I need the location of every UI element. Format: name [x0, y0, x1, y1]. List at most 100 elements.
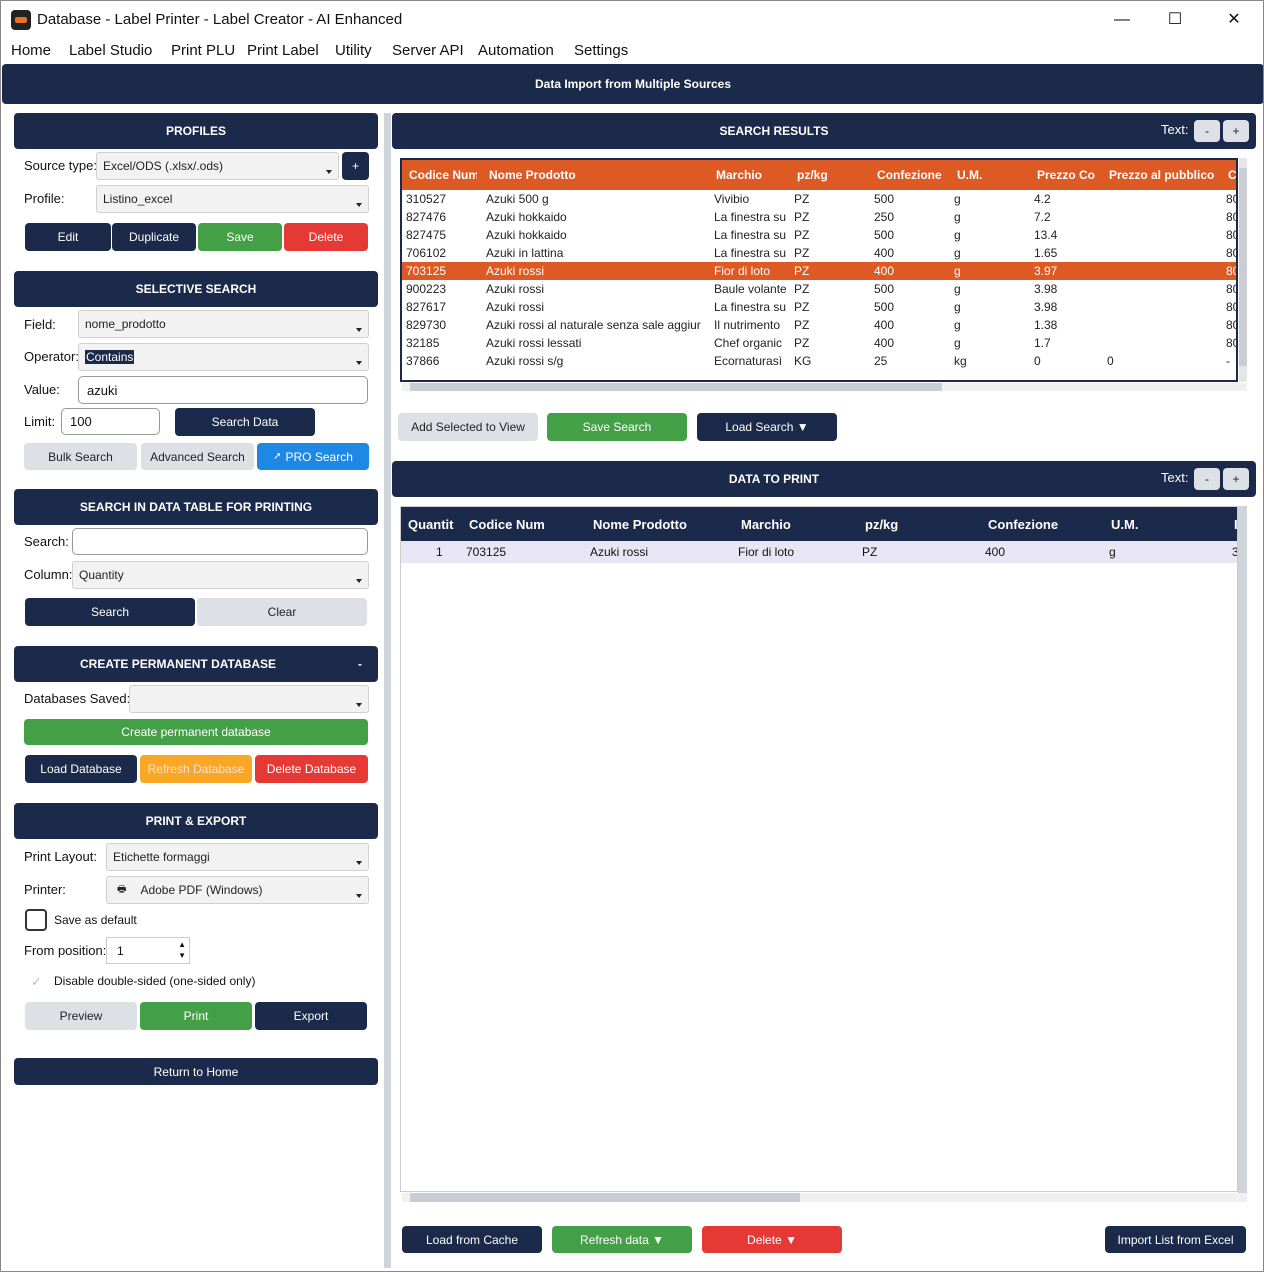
import-excel-button[interactable]: Import List from Excel: [1105, 1226, 1246, 1253]
column-header[interactable]: pz/kg: [797, 168, 857, 182]
column-header[interactable]: Prezzo al pubblico: [1109, 168, 1224, 182]
menu-server-api[interactable]: Server API: [392, 42, 464, 59]
menu-utility[interactable]: Utility: [335, 42, 372, 59]
export-button[interactable]: Export: [255, 1002, 367, 1030]
spin-arrows-icon[interactable]: ▲ ▼: [178, 939, 186, 961]
column-header[interactable]: pz/kg: [865, 517, 898, 532]
results-vertical-scrollbar[interactable]: [1239, 158, 1247, 382]
pro-search-button[interactable]: ➚ PRO Search: [257, 443, 369, 470]
delete-database-button[interactable]: Delete Database: [255, 755, 368, 783]
save-default-checkbox[interactable]: [25, 909, 47, 931]
from-position-spinbox[interactable]: 1 ▲ ▼: [106, 937, 190, 964]
delete-profile-button[interactable]: Delete: [284, 223, 368, 251]
table-row[interactable]: 829730 Azuki rossi al naturale senza sale…: [402, 316, 1236, 334]
refresh-database-button[interactable]: Refresh Database: [140, 755, 252, 783]
menu-settings[interactable]: Settings: [574, 42, 628, 59]
maximize-button[interactable]: ☐: [1152, 5, 1198, 35]
collapse-button[interactable]: -: [358, 646, 362, 682]
source-type-select[interactable]: Excel/ODS (.xlsx/.ods): [96, 152, 339, 180]
load-database-button[interactable]: Load Database: [25, 755, 137, 783]
column-header[interactable]: Nome Prodotto: [593, 517, 687, 532]
table-row[interactable]: 706102 Azuki in lattina La finestra su PZ 40…: [402, 244, 1236, 262]
print-layout-select[interactable]: Etichette formaggi: [106, 843, 369, 871]
table-row[interactable]: 703125 Azuki rossi Fior di loto PZ 400 g 3.97 8…: [402, 262, 1236, 280]
return-home-button[interactable]: Return to Home: [14, 1058, 378, 1085]
column-header[interactable]: Prezzo Co: [1037, 168, 1095, 182]
cell: Azuki rossi lessati: [486, 336, 582, 350]
operator-select[interactable]: Contains: [78, 343, 369, 371]
scroll-thumb[interactable]: [410, 383, 942, 391]
add-selected-button[interactable]: Add Selected to View: [398, 413, 538, 441]
create-permanent-db-button[interactable]: Create permanent database: [24, 719, 368, 745]
bulk-search-button[interactable]: Bulk Search: [24, 443, 137, 470]
panel-splitter[interactable]: [384, 113, 391, 1268]
duplicate-profile-button[interactable]: Duplicate: [112, 223, 196, 251]
app-logo-icon: [11, 10, 31, 30]
minimize-button[interactable]: —: [1099, 5, 1145, 35]
add-source-button[interactable]: +: [342, 152, 369, 180]
column-header[interactable]: Codice Num: [469, 517, 545, 532]
printer-select[interactable]: 🖶 Adobe PDF (Windows): [106, 876, 369, 904]
cell: g: [1109, 545, 1116, 559]
profile-select[interactable]: Listino_excel: [96, 185, 369, 213]
table-row[interactable]: 32185 Azuki rossi lessati Chef organic PZ 40…: [402, 334, 1236, 352]
results-text-decrease-button[interactable]: -: [1194, 120, 1220, 142]
databases-saved-select[interactable]: [129, 685, 369, 713]
cell: La finestra su: [714, 228, 786, 242]
table-row[interactable]: 1 703125 Azuki rossi Fior di loto PZ 400…: [401, 541, 1237, 563]
table-row[interactable]: 827617 Azuki rossi La finestra su PZ 500 g 3.9…: [402, 298, 1236, 316]
table-row[interactable]: 37866 Azuki rossi s/g Ecornaturasì KG 25 kg 0 0…: [402, 352, 1236, 370]
table-row[interactable]: 827475 Azuki hokkaido La finestra su PZ 500 g…: [402, 226, 1236, 244]
menu-label-studio[interactable]: Label Studio: [69, 42, 152, 59]
cell: PZ: [794, 336, 810, 350]
databases-saved-label: Databases Saved:: [24, 691, 131, 706]
delete-data-button[interactable]: Delete ▼: [702, 1226, 842, 1253]
column-header[interactable]: Marchio: [716, 168, 786, 182]
menu-print-label[interactable]: Print Label: [247, 42, 319, 59]
save-profile-button[interactable]: Save: [198, 223, 282, 251]
scroll-thumb[interactable]: [1239, 168, 1247, 366]
column-header[interactable]: Codice Num: [409, 168, 477, 182]
field-select[interactable]: nome_prodotto: [78, 310, 369, 338]
close-button[interactable]: ✕: [1211, 5, 1257, 35]
results-horizontal-scrollbar[interactable]: [402, 383, 1247, 391]
table-row[interactable]: 310527 Azuki 500 g Vivibio PZ 500 g 4.2 80: [402, 190, 1236, 208]
column-header[interactable]: C: [1228, 168, 1236, 182]
column-header[interactable]: Confezione: [988, 517, 1058, 532]
table-row[interactable]: 900223 Azuki rossi Baule volante PZ 500 g 3.98…: [402, 280, 1236, 298]
search-data-button[interactable]: Search Data: [175, 408, 315, 436]
refresh-data-button[interactable]: Refresh data ▼: [552, 1226, 692, 1253]
print-horizontal-scrollbar[interactable]: [402, 1193, 1247, 1202]
limit-input[interactable]: 100: [61, 408, 160, 435]
print-text-increase-button[interactable]: +: [1223, 468, 1249, 490]
table-clear-button[interactable]: Clear: [197, 598, 367, 626]
checkmark-icon[interactable]: ✓: [31, 974, 42, 990]
scroll-thumb[interactable]: [410, 1193, 800, 1202]
menu-automation[interactable]: Automation: [478, 42, 554, 59]
column-header[interactable]: Quantit: [408, 517, 464, 532]
cell: 400: [874, 336, 895, 350]
search-results-title: SEARCH RESULTS: [719, 124, 829, 138]
column-header[interactable]: Marchio: [741, 517, 791, 532]
menu-home[interactable]: Home: [11, 42, 51, 59]
table-row[interactable]: 827476 Azuki hokkaido La finestra su PZ 250 g…: [402, 208, 1236, 226]
edit-profile-button[interactable]: Edit: [25, 223, 111, 251]
advanced-search-button[interactable]: Advanced Search: [141, 443, 254, 470]
table-search-button[interactable]: Search: [25, 598, 195, 626]
print-vertical-scrollbar[interactable]: [1238, 506, 1247, 1193]
save-search-button[interactable]: Save Search: [547, 413, 687, 441]
column-header[interactable]: U.M.: [1111, 517, 1138, 532]
table-search-input[interactable]: [72, 528, 368, 555]
column-header[interactable]: Confezione: [877, 168, 947, 182]
menu-print-plu[interactable]: Print PLU: [171, 42, 235, 59]
print-text-decrease-button[interactable]: -: [1194, 468, 1220, 490]
value-input[interactable]: azuki: [78, 376, 368, 404]
column-header[interactable]: Nome Prodotto: [489, 168, 699, 182]
preview-button[interactable]: Preview: [25, 1002, 137, 1030]
column-header[interactable]: U.M.: [957, 168, 1017, 182]
load-from-cache-button[interactable]: Load from Cache: [402, 1226, 542, 1253]
column-select[interactable]: Quantity: [72, 561, 369, 589]
print-button[interactable]: Print: [140, 1002, 252, 1030]
results-text-increase-button[interactable]: +: [1223, 120, 1249, 142]
load-search-button[interactable]: Load Search ▼: [697, 413, 837, 441]
